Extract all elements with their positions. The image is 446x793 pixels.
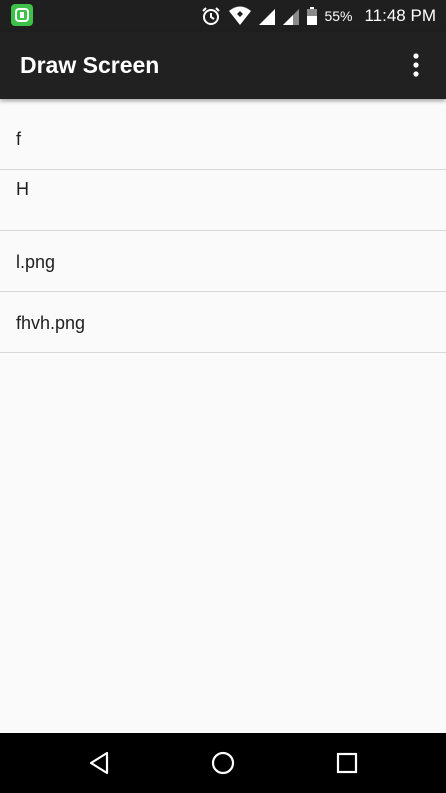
- list-item[interactable]: f: [0, 99, 446, 170]
- list-item-label: f: [16, 129, 22, 149]
- list-item[interactable]: fhvh.png: [0, 292, 446, 353]
- clock: 11:48 PM: [364, 6, 436, 25]
- battery-icon: [306, 5, 318, 27]
- back-icon[interactable]: [79, 743, 119, 783]
- file-list: f H l.png fhvh.png: [0, 99, 446, 353]
- app-notification-icon: [11, 4, 33, 26]
- list-item-label: fhvh.png: [16, 313, 86, 333]
- list-item-label: l.png: [16, 252, 56, 272]
- alarm-icon: [200, 5, 222, 27]
- navigation-bar: [0, 733, 446, 793]
- list-item[interactable]: l.png: [0, 231, 446, 292]
- battery-percent: 55%: [324, 8, 353, 24]
- status-bar: 55% 11:48 PM: [0, 0, 446, 32]
- list-item-label: H: [16, 179, 29, 199]
- wifi-icon: [228, 5, 252, 27]
- app-bar: Draw Screen: [0, 32, 446, 99]
- signal-icon: [258, 5, 276, 27]
- overflow-menu-icon[interactable]: [396, 45, 436, 85]
- page-title: Draw Screen: [20, 52, 160, 78]
- signal-icon-2: [282, 5, 300, 27]
- list-item[interactable]: H: [0, 170, 446, 231]
- screen: 55% 11:48 PM Draw Screen f H l.png fhvh.…: [0, 0, 446, 793]
- recents-icon[interactable]: [327, 743, 367, 783]
- status-icons: 55% 11:48 PM: [194, 0, 436, 32]
- home-icon[interactable]: [203, 743, 243, 783]
